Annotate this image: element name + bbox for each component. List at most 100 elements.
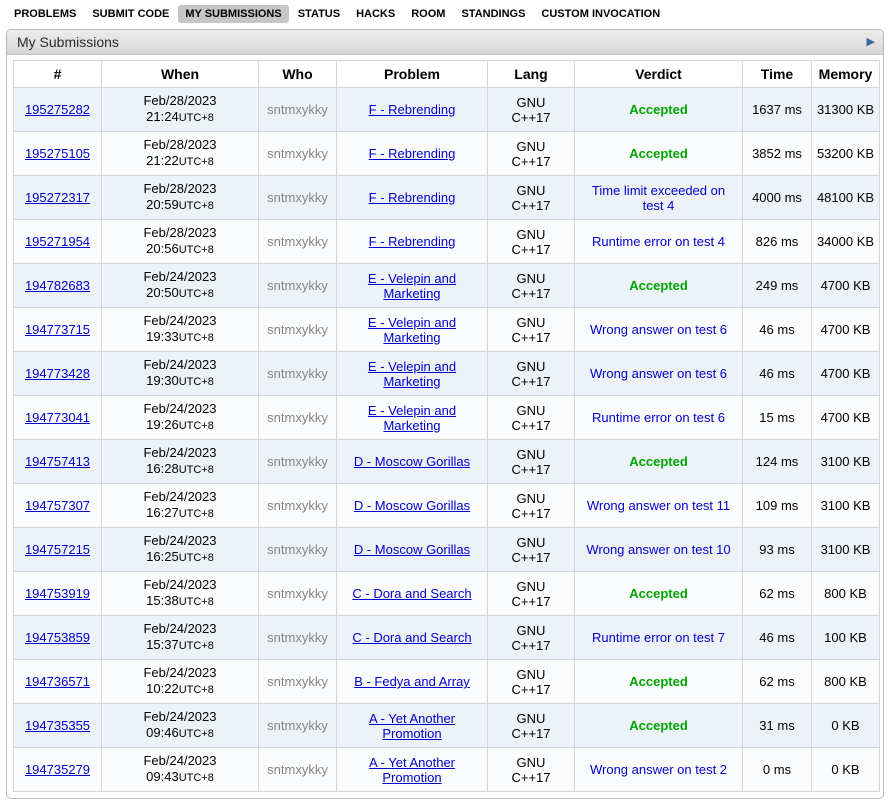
submission-memory: 0 KB	[812, 748, 880, 792]
user-link[interactable]: sntmxykky	[267, 278, 328, 293]
user-link[interactable]: sntmxykky	[267, 146, 328, 161]
user-link[interactable]: sntmxykky	[267, 718, 328, 733]
verdict-text: Wrong answer on test 10	[586, 542, 730, 557]
submission-id-cell: 194773428	[14, 352, 102, 396]
submission-who-cell: sntmxykky	[259, 220, 337, 264]
submission-verdict-cell: Accepted	[575, 572, 743, 616]
verdict-text: Wrong answer on test 6	[590, 322, 727, 337]
user-link[interactable]: sntmxykky	[267, 454, 328, 469]
verdict-text: Accepted	[629, 674, 688, 689]
problem-link[interactable]: F - Rebrending	[363, 234, 462, 249]
submission-id-link[interactable]: 194735279	[25, 762, 90, 777]
nav-item-my-submissions[interactable]: MY SUBMISSIONS	[178, 5, 288, 23]
problem-link[interactable]: B - Fedya and Array	[348, 674, 476, 689]
user-link[interactable]: sntmxykky	[267, 762, 328, 777]
submission-id-link[interactable]: 194757413	[25, 454, 90, 469]
user-link[interactable]: sntmxykky	[267, 674, 328, 689]
submission-id-link[interactable]: 195272317	[25, 190, 90, 205]
submission-id-link[interactable]: 194773715	[25, 322, 90, 337]
problem-link[interactable]: A - Yet Another Promotion	[341, 711, 483, 741]
submission-exec-time: 62 ms	[743, 572, 812, 616]
submission-memory: 31300 KB	[812, 88, 880, 132]
timezone-label: UTC+8	[179, 552, 214, 564]
submission-id-link[interactable]: 194757307	[25, 498, 90, 513]
submission-lang: GNU C++17	[488, 264, 575, 308]
nav-item-standings[interactable]: STANDINGS	[454, 5, 532, 23]
problem-link[interactable]: E - Velepin and Marketing	[341, 271, 483, 301]
submission-id-link[interactable]: 195275105	[25, 146, 90, 161]
submission-problem-cell: D - Moscow Gorillas	[337, 528, 488, 572]
submission-exec-time: 1637 ms	[743, 88, 812, 132]
user-link[interactable]: sntmxykky	[267, 586, 328, 601]
submission-date: Feb/24/2023	[106, 357, 254, 373]
submission-memory: 0 KB	[812, 704, 880, 748]
nav-item-hacks[interactable]: HACKS	[349, 5, 402, 23]
submission-row: 194757307 Feb/24/2023 16:27UTC+8 sntmxyk…	[14, 484, 880, 528]
submission-who-cell: sntmxykky	[259, 264, 337, 308]
submission-id-link[interactable]: 194757215	[25, 542, 90, 557]
user-link[interactable]: sntmxykky	[267, 322, 328, 337]
submission-time-of-day: 15:37UTC+8	[106, 637, 254, 654]
problem-link[interactable]: F - Rebrending	[363, 146, 462, 161]
submission-problem-cell: E - Velepin and Marketing	[337, 308, 488, 352]
nav-item-status[interactable]: STATUS	[291, 5, 347, 23]
problem-link[interactable]: F - Rebrending	[363, 190, 462, 205]
submission-verdict-cell: Wrong answer on test 11	[575, 484, 743, 528]
user-link[interactable]: sntmxykky	[267, 102, 328, 117]
submission-problem-cell: E - Velepin and Marketing	[337, 264, 488, 308]
submission-memory: 4700 KB	[812, 352, 880, 396]
problem-link[interactable]: A - Yet Another Promotion	[341, 755, 483, 785]
user-link[interactable]: sntmxykky	[267, 366, 328, 381]
submission-id-link[interactable]: 195271954	[25, 234, 90, 249]
submission-id-link[interactable]: 194782683	[25, 278, 90, 293]
submission-lang: GNU C++17	[488, 616, 575, 660]
timezone-label: UTC+8	[179, 376, 214, 388]
submission-id-link[interactable]: 194736571	[25, 674, 90, 689]
submission-who-cell: sntmxykky	[259, 528, 337, 572]
submission-memory: 800 KB	[812, 572, 880, 616]
problem-link[interactable]: C - Dora and Search	[346, 586, 477, 601]
problem-link[interactable]: E - Velepin and Marketing	[341, 315, 483, 345]
nav-item-problems[interactable]: PROBLEMS	[7, 5, 83, 23]
submission-id-link[interactable]: 195275282	[25, 102, 90, 117]
user-link[interactable]: sntmxykky	[267, 498, 328, 513]
nav-item-room[interactable]: ROOM	[404, 5, 452, 23]
submission-when: Feb/24/2023 15:38UTC+8	[102, 572, 259, 616]
problem-link[interactable]: D - Moscow Gorillas	[348, 542, 476, 557]
header-id: #	[14, 61, 102, 88]
timezone-label: UTC+8	[179, 156, 214, 168]
submission-id-link[interactable]: 194753919	[25, 586, 90, 601]
submission-id-link[interactable]: 194753859	[25, 630, 90, 645]
user-link[interactable]: sntmxykky	[267, 234, 328, 249]
verdict-text: Wrong answer on test 6	[590, 366, 727, 381]
submission-who-cell: sntmxykky	[259, 484, 337, 528]
panel-header: My Submissions ▶	[7, 30, 883, 55]
nav-item-custom-invocation[interactable]: CUSTOM INVOCATION	[534, 5, 667, 23]
problem-link[interactable]: F - Rebrending	[363, 102, 462, 117]
submission-id-link[interactable]: 194735355	[25, 718, 90, 733]
submission-time-of-day: 09:43UTC+8	[106, 769, 254, 786]
expand-sidebar-icon[interactable]: ▶	[867, 37, 875, 48]
submission-exec-time: 124 ms	[743, 440, 812, 484]
problem-link[interactable]: E - Velepin and Marketing	[341, 359, 483, 389]
problem-link[interactable]: E - Velepin and Marketing	[341, 403, 483, 433]
submission-id-cell: 195271954	[14, 220, 102, 264]
submission-verdict-cell: Wrong answer on test 6	[575, 308, 743, 352]
submission-exec-time: 62 ms	[743, 660, 812, 704]
submission-time-of-day: 21:24UTC+8	[106, 109, 254, 126]
user-link[interactable]: sntmxykky	[267, 630, 328, 645]
submission-id-link[interactable]: 194773428	[25, 366, 90, 381]
verdict-text: Accepted	[629, 278, 688, 293]
problem-link[interactable]: C - Dora and Search	[346, 630, 477, 645]
problem-link[interactable]: D - Moscow Gorillas	[348, 454, 476, 469]
submission-id-cell: 195272317	[14, 176, 102, 220]
submission-row: 194773428 Feb/24/2023 19:30UTC+8 sntmxyk…	[14, 352, 880, 396]
user-link[interactable]: sntmxykky	[267, 542, 328, 557]
nav-item-submit-code[interactable]: SUBMIT CODE	[85, 5, 176, 23]
submission-id-cell: 194757215	[14, 528, 102, 572]
header-when: When	[102, 61, 259, 88]
user-link[interactable]: sntmxykky	[267, 410, 328, 425]
submission-id-link[interactable]: 194773041	[25, 410, 90, 425]
problem-link[interactable]: D - Moscow Gorillas	[348, 498, 476, 513]
user-link[interactable]: sntmxykky	[267, 190, 328, 205]
